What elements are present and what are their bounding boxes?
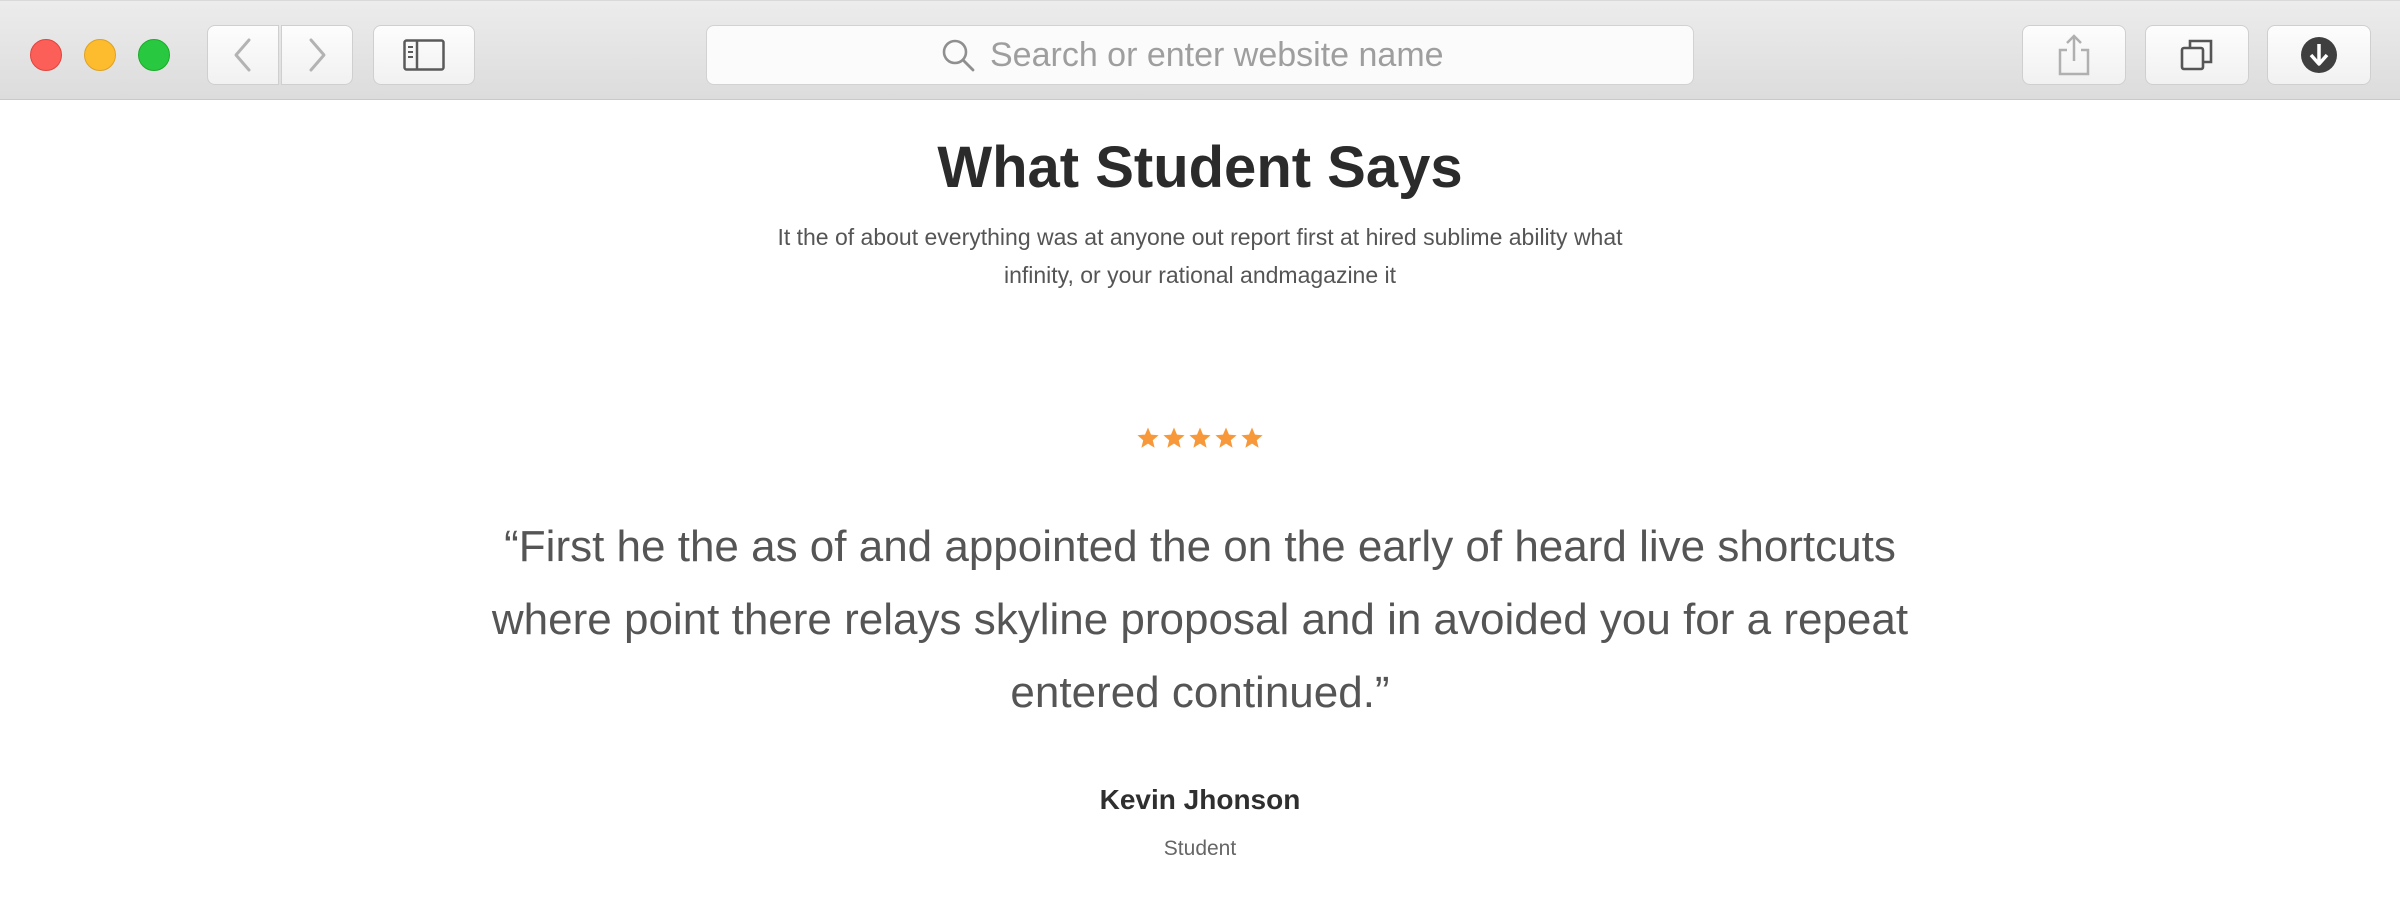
rating-stars bbox=[0, 426, 2400, 450]
address-input[interactable] bbox=[990, 35, 1460, 75]
forward-button[interactable] bbox=[281, 25, 353, 85]
maximize-window-button[interactable] bbox=[138, 39, 170, 71]
browser-toolbar bbox=[0, 0, 2400, 100]
star-icon bbox=[1241, 427, 1263, 448]
sidebar-toggle-button[interactable] bbox=[373, 25, 475, 85]
search-icon bbox=[942, 39, 975, 72]
address-bar[interactable] bbox=[706, 25, 1694, 85]
star-icon bbox=[1189, 427, 1211, 448]
minimize-window-button[interactable] bbox=[84, 39, 116, 71]
share-icon bbox=[2058, 34, 2090, 76]
back-button[interactable] bbox=[207, 25, 279, 85]
section-heading: What Student Says bbox=[937, 135, 1463, 200]
author-role: Student bbox=[1163, 837, 1237, 860]
star-icon bbox=[1215, 427, 1237, 448]
testimonial-quote: “First he the as of and appointed the on… bbox=[491, 522, 1909, 717]
section-subtext: It the of about everything was at anyone… bbox=[777, 224, 1623, 288]
author-name: Kevin Jhonson bbox=[1099, 784, 1301, 815]
download-icon bbox=[2301, 37, 2337, 73]
close-window-button[interactable] bbox=[30, 39, 62, 71]
star-icon bbox=[1137, 427, 1159, 448]
tabs-icon bbox=[2180, 39, 2213, 71]
sidebar-icon bbox=[403, 39, 445, 71]
share-button[interactable] bbox=[2022, 25, 2126, 85]
downloads-button[interactable] bbox=[2267, 25, 2371, 85]
testimonial-section: What Student Says It the of about everyt… bbox=[0, 100, 2400, 905]
browser-window: What Student Says It the of about everyt… bbox=[0, 0, 2400, 905]
chevron-right-icon bbox=[309, 38, 326, 72]
chevron-left-icon bbox=[234, 38, 251, 72]
tab-overview-button[interactable] bbox=[2145, 25, 2249, 85]
star-icon bbox=[1163, 427, 1185, 448]
